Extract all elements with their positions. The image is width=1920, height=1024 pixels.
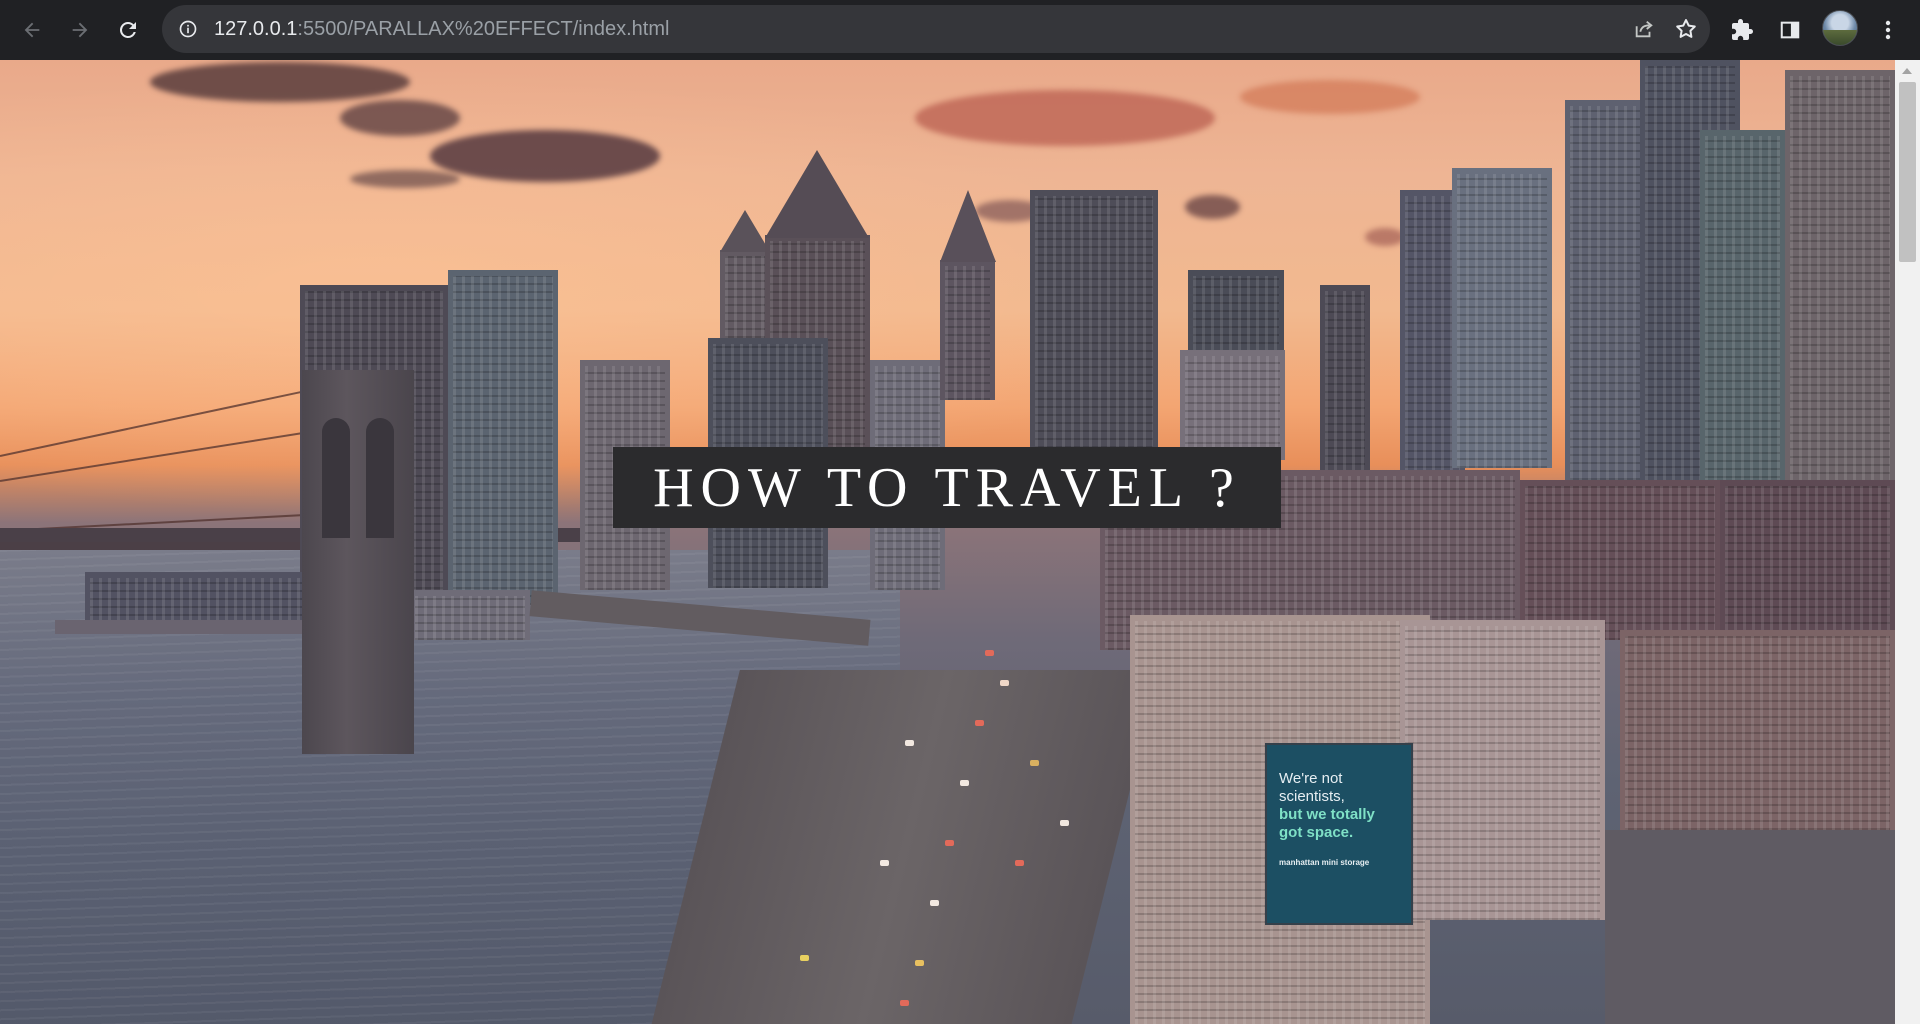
building bbox=[1520, 480, 1720, 640]
tower-spire bbox=[720, 210, 770, 252]
building bbox=[1565, 100, 1645, 520]
cloud bbox=[1365, 228, 1405, 246]
reload-button[interactable] bbox=[108, 10, 148, 50]
cloud bbox=[430, 130, 660, 182]
scroll-up-arrow-icon[interactable] bbox=[1902, 68, 1912, 74]
address-bar[interactable]: 127.0.0.1:5500/PARALLAX%20EFFECT/index.h… bbox=[162, 5, 1710, 53]
tower-spire bbox=[940, 190, 996, 262]
page-scrollbar[interactable] bbox=[1895, 60, 1920, 1024]
side-panel-button[interactable] bbox=[1772, 12, 1808, 48]
building bbox=[1400, 620, 1605, 920]
parking-lot bbox=[1605, 830, 1895, 1024]
cloud bbox=[150, 62, 410, 102]
back-arrow-icon bbox=[24, 22, 40, 38]
url-text[interactable]: 127.0.0.1:5500/PARALLAX%20EFFECT/index.h… bbox=[214, 18, 669, 40]
billboard-brand: manhattan mini storage bbox=[1279, 858, 1370, 867]
browser-toolbar: 127.0.0.1:5500/PARALLAX%20EFFECT/index.h… bbox=[0, 0, 1920, 60]
bridge-deck bbox=[0, 542, 300, 550]
reload-icon bbox=[120, 22, 136, 38]
car bbox=[905, 740, 914, 746]
car bbox=[930, 900, 939, 906]
side-panel-icon bbox=[1780, 21, 1800, 39]
profile-avatar[interactable] bbox=[1822, 10, 1858, 46]
car bbox=[880, 860, 889, 866]
puzzle-icon bbox=[1732, 19, 1753, 40]
tower-spire bbox=[765, 150, 869, 238]
car bbox=[1000, 680, 1009, 686]
building bbox=[940, 260, 995, 400]
billboard-line: but we totally bbox=[1279, 806, 1375, 823]
building bbox=[1030, 190, 1158, 480]
bookmark-button[interactable] bbox=[1671, 14, 1701, 44]
car bbox=[960, 780, 969, 786]
building bbox=[448, 270, 558, 605]
cloud bbox=[915, 90, 1215, 146]
building bbox=[1452, 168, 1552, 468]
car bbox=[1015, 860, 1024, 866]
cloud bbox=[1185, 195, 1240, 219]
building bbox=[410, 590, 530, 640]
billboard-line: We're not bbox=[1279, 770, 1343, 787]
hero-title: HOW TO TRAVEL ? bbox=[653, 456, 1241, 519]
building bbox=[1720, 480, 1895, 640]
car bbox=[900, 1000, 909, 1006]
forward-button[interactable] bbox=[60, 10, 100, 50]
back-button[interactable] bbox=[12, 10, 52, 50]
star-icon bbox=[1676, 19, 1696, 38]
building bbox=[1180, 350, 1285, 460]
share-button[interactable] bbox=[1629, 14, 1659, 44]
car bbox=[915, 960, 924, 966]
car bbox=[985, 650, 994, 656]
billboard-line: got space. bbox=[1279, 824, 1354, 841]
cloud bbox=[340, 100, 460, 136]
hero-background-image: We're not scientists, but we totally got… bbox=[0, 60, 1895, 1024]
kebab-menu-icon bbox=[1885, 20, 1891, 40]
car bbox=[1030, 760, 1039, 766]
bridge-arch bbox=[366, 418, 394, 538]
share-icon bbox=[1635, 20, 1653, 38]
cloud bbox=[1240, 80, 1420, 114]
cloud bbox=[350, 170, 460, 188]
car bbox=[1060, 820, 1069, 826]
billboard-line: scientists, bbox=[1279, 788, 1345, 805]
car bbox=[800, 955, 809, 961]
bridge-tower bbox=[302, 370, 414, 754]
pier bbox=[55, 620, 325, 634]
info-icon[interactable] bbox=[176, 17, 200, 41]
menu-button[interactable] bbox=[1870, 12, 1906, 48]
url-path: :5500/PARALLAX%20EFFECT/index.html bbox=[297, 18, 670, 40]
billboard: We're not scientists, but we totally got… bbox=[1265, 743, 1413, 925]
car bbox=[945, 840, 954, 846]
scroll-thumb[interactable] bbox=[1899, 82, 1916, 262]
forward-arrow-icon bbox=[72, 22, 88, 38]
car bbox=[975, 720, 984, 726]
building bbox=[1620, 630, 1895, 830]
url-host: 127.0.0.1 bbox=[214, 18, 298, 40]
extensions-button[interactable] bbox=[1724, 12, 1760, 48]
hero-title-box: HOW TO TRAVEL ? bbox=[613, 447, 1281, 528]
bridge-arch bbox=[322, 418, 350, 538]
